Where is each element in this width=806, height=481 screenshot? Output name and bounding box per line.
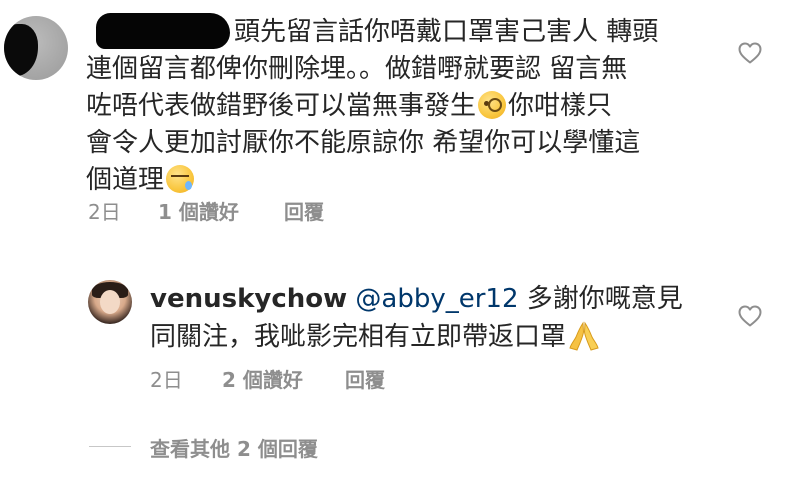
comment-line-5: 個道理 bbox=[86, 162, 726, 199]
reply-text: venuskychow @abby_er12 多謝你嘅意見 同關注，我呲影完相有… bbox=[150, 280, 730, 356]
comment-likes-count[interactable]: 1 個讚好 bbox=[158, 196, 239, 225]
comment-reply-button[interactable]: 回覆 bbox=[284, 196, 324, 225]
comment-line-4: 會令人更加討厭你不能原諒你 希望你可以學懂這 bbox=[86, 128, 641, 158]
comment-timestamp: 2日 bbox=[88, 200, 121, 224]
view-replies-divider bbox=[89, 446, 131, 447]
reply-username[interactable]: venuskychow bbox=[150, 284, 347, 314]
comment-line-2: 連個留言都俾你刪除埋。。做錯嘢就要認 留言無 bbox=[86, 54, 628, 84]
face-with-monocle-emoji bbox=[478, 91, 507, 119]
reply-mention-link[interactable]: @abby_er12 bbox=[355, 284, 518, 314]
reply-likes-count[interactable]: 2 個讚好 bbox=[222, 364, 303, 393]
comment-line-3-tail: 你咁樣只 bbox=[508, 91, 613, 121]
comment-line-5-text: 個道理 bbox=[86, 165, 165, 195]
comment-line-1: 頭先留言話你唔戴口罩害己害人 轉頭 bbox=[234, 17, 659, 47]
reply-line-1: venuskychow @abby_er12 多謝你嘅意見 bbox=[150, 280, 730, 318]
comment-line-3-text: 咗唔代表做錯野後可以當無事發生 bbox=[86, 91, 477, 121]
reply-reply-button[interactable]: 回覆 bbox=[345, 364, 385, 393]
comment-line-3: 咗唔代表做錯野後可以當無事發生 你咁樣只 bbox=[86, 88, 726, 125]
reply-like-heart-icon[interactable] bbox=[738, 305, 762, 327]
reply-line-2: 同關注，我呲影完相有立即帶返口罩 bbox=[150, 318, 730, 356]
commenter-avatar[interactable] bbox=[4, 16, 68, 80]
reply-avatar[interactable] bbox=[88, 280, 132, 324]
folded-hands-emoji bbox=[569, 321, 599, 351]
reply-line-1-text: 多謝你嘅意見 bbox=[518, 284, 683, 314]
reply-timestamp: 2日 bbox=[150, 368, 183, 392]
like-heart-icon[interactable] bbox=[738, 42, 762, 64]
view-more-replies-button[interactable]: 查看其他 2 個回覆 bbox=[150, 433, 318, 462]
reply-line-2-text: 同關注，我呲影完相有立即帶返口罩 bbox=[150, 322, 567, 352]
sleepy-face-emoji bbox=[166, 165, 195, 193]
comment-text: 頭先留言話你唔戴口罩害己害人 轉頭 連個留言都俾你刪除埋。。做錯嘢就要認 留言無… bbox=[86, 14, 726, 199]
